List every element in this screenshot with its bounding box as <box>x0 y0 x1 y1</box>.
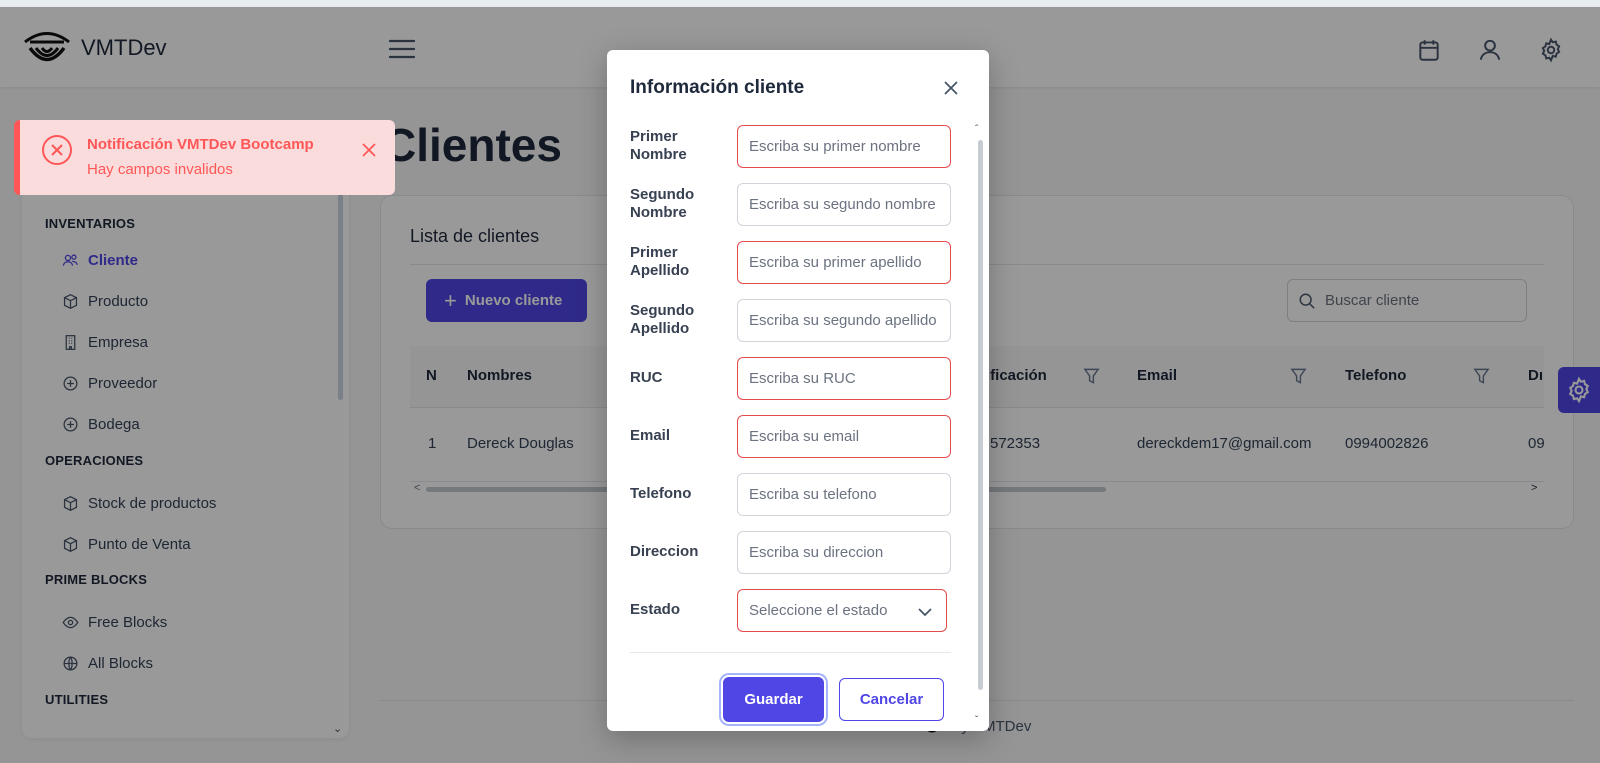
primer-apellido-input[interactable] <box>737 241 951 284</box>
scroll-down-icon[interactable]: ˇ <box>975 715 978 726</box>
close-icon[interactable] <box>943 80 959 96</box>
ruc-input[interactable] <box>737 357 951 400</box>
save-button[interactable]: Guardar <box>723 677 824 722</box>
close-icon[interactable] <box>361 142 377 158</box>
error-circle-icon <box>42 135 72 165</box>
telefono-input[interactable] <box>737 473 951 516</box>
segundo-apellido-input[interactable] <box>737 299 951 342</box>
label-primer-apellido: Primer Apellido <box>630 244 690 279</box>
direccion-input[interactable] <box>737 531 951 574</box>
label-estado: Estado <box>630 601 681 618</box>
dialog-title: Información cliente <box>630 77 805 98</box>
email-input[interactable] <box>737 415 951 458</box>
error-toast: Notificación VMTDev Bootcamp Hay campos … <box>14 120 395 195</box>
label-direccion: Direccion <box>630 543 699 560</box>
segundo-nombre-input[interactable] <box>737 183 951 226</box>
dialog-divider <box>630 652 951 653</box>
label-primer-nombre: Primer Nombre <box>630 128 687 163</box>
label-segundo-nombre: Segundo Nombre <box>630 186 695 221</box>
browser-top-strip <box>0 0 1600 7</box>
dialog-scrollbar[interactable] <box>978 140 983 690</box>
chevron-down-icon <box>918 608 932 617</box>
cancel-button[interactable]: Cancelar <box>839 678 944 721</box>
toast-title: Notificación VMTDev Bootcamp <box>87 136 314 153</box>
client-info-dialog: Información cliente Primer Nombre Segund… <box>607 50 989 731</box>
label-email: Email <box>630 427 671 444</box>
label-telefono: Telefono <box>630 485 692 502</box>
label-ruc: RUC <box>630 369 663 386</box>
scroll-up-icon[interactable]: ˆ <box>975 124 978 135</box>
toast-message: Hay campos invalidos <box>87 161 233 178</box>
primer-nombre-input[interactable] <box>737 125 951 168</box>
estado-select[interactable]: Seleccione el estado <box>737 589 947 632</box>
label-segundo-apellido: Segundo Apellido <box>630 302 695 337</box>
